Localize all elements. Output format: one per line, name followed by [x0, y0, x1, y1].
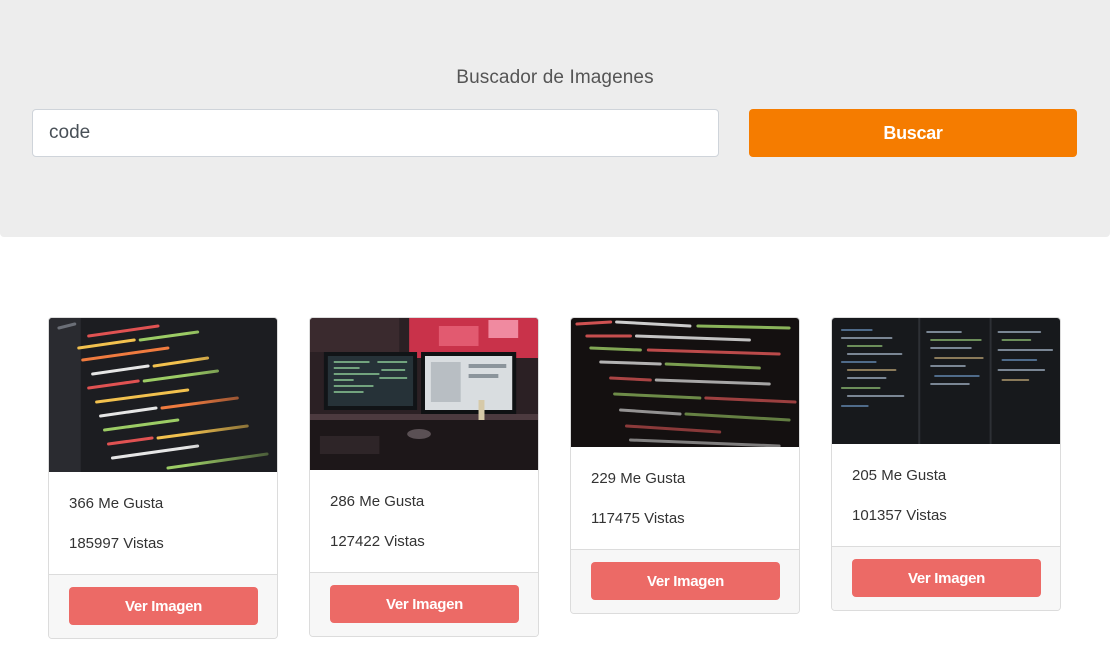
result-image-3[interactable] — [571, 318, 799, 447]
view-image-button[interactable]: Ver Imagen — [330, 585, 519, 623]
result-card-4: 205 Me Gusta 101357 Vistas Ver Imagen — [831, 317, 1061, 611]
views-count: 127422 Vistas — [330, 533, 425, 550]
html-code-image — [571, 318, 799, 447]
views-count: 117475 Vistas — [591, 510, 685, 527]
view-image-button[interactable]: Ver Imagen — [591, 562, 780, 600]
card-body: 205 Me Gusta 101357 Vistas — [832, 444, 1060, 528]
card-footer: Ver Imagen — [49, 574, 277, 638]
card-footer: Ver Imagen — [571, 549, 799, 613]
view-image-button[interactable]: Ver Imagen — [69, 587, 258, 625]
result-image-1[interactable] — [49, 318, 277, 472]
views-count: 185997 Vistas — [69, 535, 164, 552]
card-body: 286 Me Gusta 127422 Vistas — [310, 470, 538, 554]
likes-count: 286 Me Gusta — [330, 493, 425, 510]
result-card-3: 229 Me Gusta 117475 Vistas Ver Imagen — [570, 317, 800, 614]
view-image-button[interactable]: Ver Imagen — [852, 559, 1041, 597]
result-card-1: 366 Me Gusta 185997 Vistas Ver Imagen — [48, 317, 278, 639]
card-body: 229 Me Gusta 117475 Vistas — [571, 447, 799, 531]
result-image-2[interactable] — [310, 318, 538, 470]
result-image-4[interactable] — [832, 318, 1060, 444]
code-editor-image — [49, 318, 277, 472]
likes-count: 205 Me Gusta — [852, 467, 947, 484]
dark-editor-image — [832, 318, 1060, 444]
card-body: 366 Me Gusta 185997 Vistas — [49, 472, 277, 556]
result-card-2: 286 Me Gusta 127422 Vistas Ver Imagen — [309, 317, 539, 637]
views-count: 101357 Vistas — [852, 507, 947, 524]
desk-monitors-image — [310, 318, 538, 470]
card-footer: Ver Imagen — [832, 546, 1060, 610]
search-button[interactable]: Buscar — [749, 109, 1077, 157]
likes-count: 229 Me Gusta — [591, 470, 686, 487]
search-title: Buscador de Imagenes — [456, 67, 654, 88]
search-header: Buscador de Imagenes Buscar — [0, 0, 1110, 237]
search-input[interactable] — [32, 109, 719, 157]
card-footer: Ver Imagen — [310, 572, 538, 636]
likes-count: 366 Me Gusta — [69, 495, 164, 512]
